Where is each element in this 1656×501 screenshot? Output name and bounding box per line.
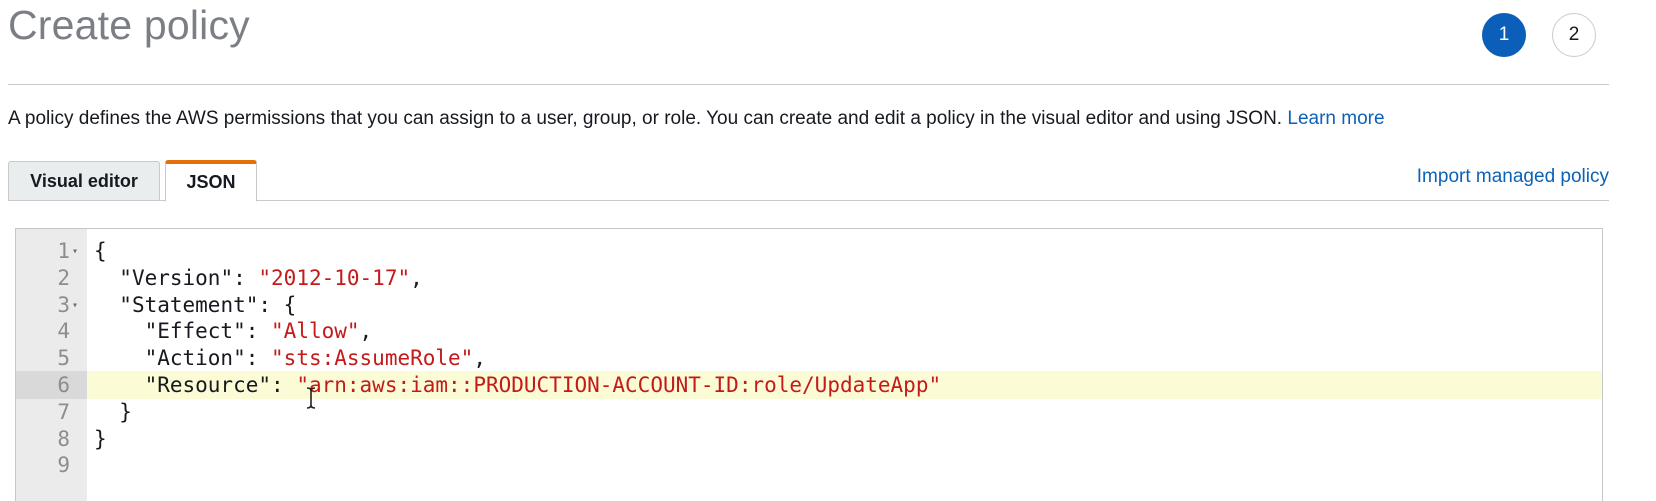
code-tail: , (410, 265, 423, 290)
code-text: "Version": "2012-10-17", (94, 264, 423, 292)
line-number: 8 (57, 426, 70, 451)
learn-more-link[interactable]: Learn more (1287, 108, 1384, 129)
editor-line[interactable]: 8} (16, 425, 1602, 453)
code-text: "Resource": "arn:aws:iam::PRODUCTION-ACC… (94, 371, 942, 399)
code-value: "2012-10-17" (258, 265, 411, 290)
code-tail: , (359, 319, 373, 344)
line-number: 3 (57, 292, 70, 317)
editor-line[interactable]: 5 "Action": "sts:AssumeRole", (16, 344, 1602, 372)
editor-line[interactable]: 6 "Resource": "arn:aws:iam::PRODUCTION-A… (16, 371, 1602, 399)
code-sep: : (258, 292, 284, 317)
code-key: "Effect" (144, 319, 246, 344)
code-sep: : (271, 373, 297, 397)
code-tail: } (94, 426, 107, 451)
editor-line[interactable]: 3 ▾ "Statement": { (16, 291, 1602, 320)
fold-toggle-icon[interactable]: ▾ (72, 292, 78, 320)
code-sep: : (233, 265, 259, 290)
code-value: "Allow" (271, 319, 360, 344)
line-number: 5 (57, 346, 70, 371)
code-value: "arn:aws:iam::PRODUCTION-ACCOUNT-ID:role… (296, 373, 942, 397)
code-key: "Version" (119, 265, 234, 290)
policy-description-text: A policy defines the AWS permissions tha… (8, 108, 1283, 129)
code-text: "Statement": { (94, 291, 296, 319)
code-tail: { (94, 239, 107, 263)
code-tail: } (119, 399, 132, 424)
text-cursor-icon (306, 387, 316, 409)
code-text: "Effect": "Allow", (94, 317, 373, 345)
editor-line[interactable]: 9 (16, 451, 1602, 479)
code-key: "Action" (144, 346, 246, 371)
line-number: 6 (57, 373, 70, 397)
tab-visual-editor[interactable]: Visual editor (8, 161, 160, 201)
code-sep: : (245, 346, 272, 371)
editor-line[interactable]: 1 ▾ { (16, 237, 1602, 266)
page-title: Create policy (8, 2, 250, 48)
fold-toggle-icon[interactable]: ▾ (72, 238, 78, 266)
code-sep: : (245, 319, 272, 344)
step-indicator-1[interactable]: 1 (1482, 13, 1526, 57)
code-tail: , (473, 346, 486, 371)
line-number: 7 (57, 399, 70, 424)
editor-line[interactable]: 2 "Version": "2012-10-17", (16, 264, 1602, 292)
code-text: } (94, 398, 132, 426)
code-key: "Statement" (119, 292, 259, 317)
code-tail: { (283, 292, 297, 317)
code-text: "Action": "sts:AssumeRole", (94, 344, 486, 372)
code-key: "Resource" (144, 373, 272, 397)
tab-json[interactable]: JSON (165, 160, 257, 202)
line-number: 1 (57, 239, 70, 263)
line-number: 2 (57, 265, 70, 290)
code-text: } (94, 425, 107, 453)
json-editor[interactable]: 1 ▾{2 "Version": "2012-10-17", 3 ▾ "Stateme… (15, 228, 1603, 501)
line-number: 4 (57, 319, 70, 344)
code-value: "sts:AssumeRole" (271, 346, 474, 371)
code-text: { (94, 237, 107, 265)
create-policy-page: Create policy 1 2 A policy defines the A… (0, 0, 1656, 501)
editor-line[interactable]: 4 "Effect": "Allow", (16, 317, 1602, 345)
header-divider (8, 84, 1609, 85)
editor-line[interactable]: 7 } (16, 398, 1602, 426)
step-indicator-2[interactable]: 2 (1552, 13, 1596, 57)
import-managed-policy-link[interactable]: Import managed policy (1417, 166, 1609, 188)
line-number: 9 (57, 453, 70, 478)
policy-description: A policy defines the AWS permissions tha… (8, 108, 1385, 130)
